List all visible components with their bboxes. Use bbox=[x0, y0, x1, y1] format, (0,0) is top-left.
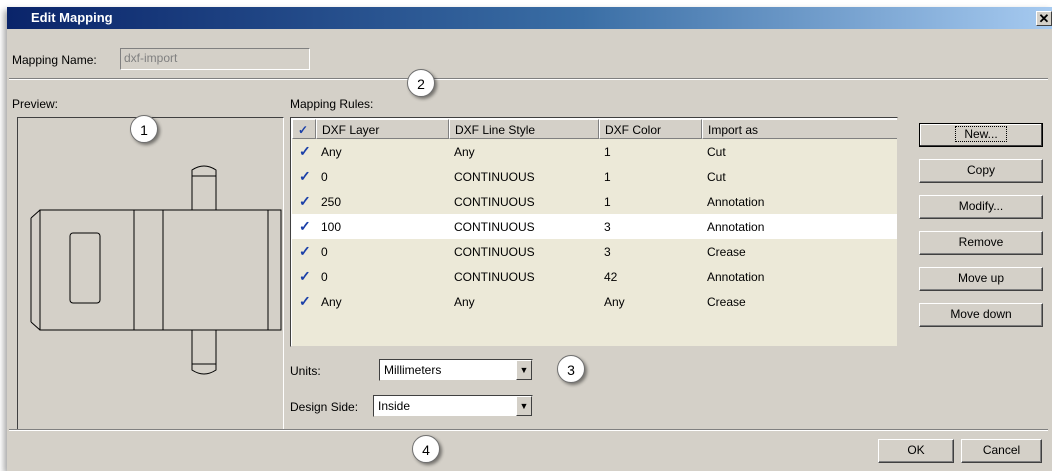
cell-line-style: CONTINUOUS bbox=[454, 170, 535, 184]
row-check-icon[interactable]: ✓ bbox=[299, 268, 311, 285]
cell-import-as: Crease bbox=[707, 295, 746, 309]
preview-label: Preview: bbox=[12, 97, 59, 111]
cell-line-style: CONTINUOUS bbox=[454, 270, 535, 284]
cell-import-as: Cut bbox=[707, 170, 726, 184]
cell-dxf-layer: 0 bbox=[321, 270, 328, 284]
mapping-name-label: Mapping Name: bbox=[12, 53, 97, 67]
cell-dxf-layer: 0 bbox=[321, 245, 328, 259]
close-icon: ✕ bbox=[1038, 11, 1050, 26]
preview-drawing bbox=[30, 165, 282, 375]
bottom-separator bbox=[9, 429, 1048, 431]
cell-line-style: Any bbox=[454, 145, 475, 159]
design-side-select[interactable]: Inside ▼ bbox=[373, 395, 533, 417]
preview-panel bbox=[17, 117, 284, 430]
units-dropdown-button[interactable]: ▼ bbox=[516, 360, 532, 380]
column-header-dxf-line-style[interactable]: DXF Line Style bbox=[449, 119, 599, 139]
column-header-dxf-layer[interactable]: DXF Layer bbox=[316, 119, 449, 139]
table-row[interactable]: ✓ 0 CONTINUOUS 3 Crease bbox=[292, 239, 897, 264]
callout-2: 2 bbox=[407, 69, 435, 97]
units-select[interactable]: Millimeters ▼ bbox=[379, 359, 533, 381]
design-side-label: Design Side: bbox=[290, 400, 359, 414]
chevron-down-icon: ▼ bbox=[519, 401, 529, 411]
preview-top-tab bbox=[191, 165, 217, 210]
table-row[interactable]: ✓ 250 CONTINUOUS 1 Annotation bbox=[292, 189, 897, 214]
title-bar[interactable]: Edit Mapping ✕ bbox=[7, 7, 1052, 29]
cell-dxf-layer: Any bbox=[321, 145, 342, 159]
callout-4: 4 bbox=[412, 435, 440, 463]
row-check-icon[interactable]: ✓ bbox=[299, 168, 311, 185]
column-header-import-as[interactable]: Import as bbox=[702, 119, 897, 139]
cell-dxf-color: 3 bbox=[604, 245, 611, 259]
cell-dxf-layer: 250 bbox=[321, 195, 342, 209]
cell-import-as: Annotation bbox=[707, 270, 765, 284]
table-row-selected[interactable]: ✓ 100 CONTINUOUS 3 Annotation bbox=[292, 214, 897, 239]
cell-dxf-color: Any bbox=[604, 295, 625, 309]
units-value: Millimeters bbox=[384, 363, 442, 377]
column-header-check[interactable]: ✓ bbox=[292, 119, 316, 139]
cell-line-style: Any bbox=[454, 295, 475, 309]
cell-line-style: CONTINUOUS bbox=[454, 245, 535, 259]
design-side-dropdown-button[interactable]: ▼ bbox=[516, 396, 532, 416]
mapping-rules-label: Mapping Rules: bbox=[290, 97, 374, 111]
mapping-rules-list[interactable]: ✓ DXF Layer DXF Line Style DXF Color Imp… bbox=[290, 117, 898, 347]
row-check-icon[interactable]: ✓ bbox=[299, 243, 311, 260]
cell-dxf-color: 1 bbox=[604, 195, 611, 209]
new-button-label: New... bbox=[955, 126, 1007, 142]
cancel-button[interactable]: Cancel bbox=[961, 439, 1042, 463]
top-separator bbox=[9, 78, 1048, 80]
callout-3: 3 bbox=[557, 355, 585, 383]
row-check-icon[interactable]: ✓ bbox=[299, 193, 311, 210]
design-side-value: Inside bbox=[378, 399, 411, 413]
preview-outline bbox=[39, 209, 282, 331]
new-button[interactable]: New... bbox=[919, 123, 1043, 147]
units-label: Units: bbox=[290, 364, 321, 378]
copy-button[interactable]: Copy bbox=[919, 159, 1043, 183]
cell-import-as: Annotation bbox=[707, 220, 765, 234]
table-row[interactable]: ✓ 0 CONTINUOUS 1 Cut bbox=[292, 164, 897, 189]
remove-button[interactable]: Remove bbox=[919, 231, 1043, 255]
chevron-down-icon: ▼ bbox=[519, 365, 529, 375]
row-check-icon[interactable]: ✓ bbox=[299, 293, 311, 310]
column-header-dxf-color[interactable]: DXF Color bbox=[599, 119, 702, 139]
cell-dxf-color: 1 bbox=[604, 145, 611, 159]
move-up-button[interactable]: Move up bbox=[919, 267, 1043, 291]
cell-dxf-color: 3 bbox=[604, 220, 611, 234]
cell-dxf-layer: 100 bbox=[321, 220, 342, 234]
cell-dxf-color: 42 bbox=[604, 270, 618, 284]
cell-dxf-color: 1 bbox=[604, 170, 611, 184]
cell-dxf-layer: Any bbox=[321, 295, 342, 309]
callout-1: 1 bbox=[130, 115, 158, 143]
cell-line-style: CONTINUOUS bbox=[454, 195, 535, 209]
list-header: ✓ DXF Layer DXF Line Style DXF Color Imp… bbox=[292, 119, 897, 139]
move-down-button[interactable]: Move down bbox=[919, 303, 1043, 327]
cell-dxf-layer: 0 bbox=[321, 170, 328, 184]
row-check-icon[interactable]: ✓ bbox=[299, 218, 311, 235]
cell-import-as: Annotation bbox=[707, 195, 765, 209]
close-button[interactable]: ✕ bbox=[1036, 11, 1052, 26]
table-row[interactable]: ✓ Any Any 1 Cut bbox=[292, 139, 897, 164]
preview-bottom-tab bbox=[191, 330, 217, 375]
dialog-title: Edit Mapping bbox=[31, 10, 113, 25]
cell-import-as: Cut bbox=[707, 145, 726, 159]
table-row[interactable]: ✓ 0 CONTINUOUS 42 Annotation bbox=[292, 264, 897, 289]
edit-mapping-dialog: Edit Mapping ✕ Mapping Name: dxf-import … bbox=[7, 7, 1052, 471]
mapping-name-input[interactable]: dxf-import bbox=[120, 48, 310, 70]
modify-button[interactable]: Modify... bbox=[919, 195, 1043, 219]
row-check-icon[interactable]: ✓ bbox=[299, 143, 311, 160]
cell-import-as: Crease bbox=[707, 245, 746, 259]
ok-button[interactable]: OK bbox=[878, 439, 954, 463]
table-row[interactable]: ✓ Any Any Any Crease bbox=[292, 289, 897, 314]
cell-line-style: CONTINUOUS bbox=[454, 220, 535, 234]
